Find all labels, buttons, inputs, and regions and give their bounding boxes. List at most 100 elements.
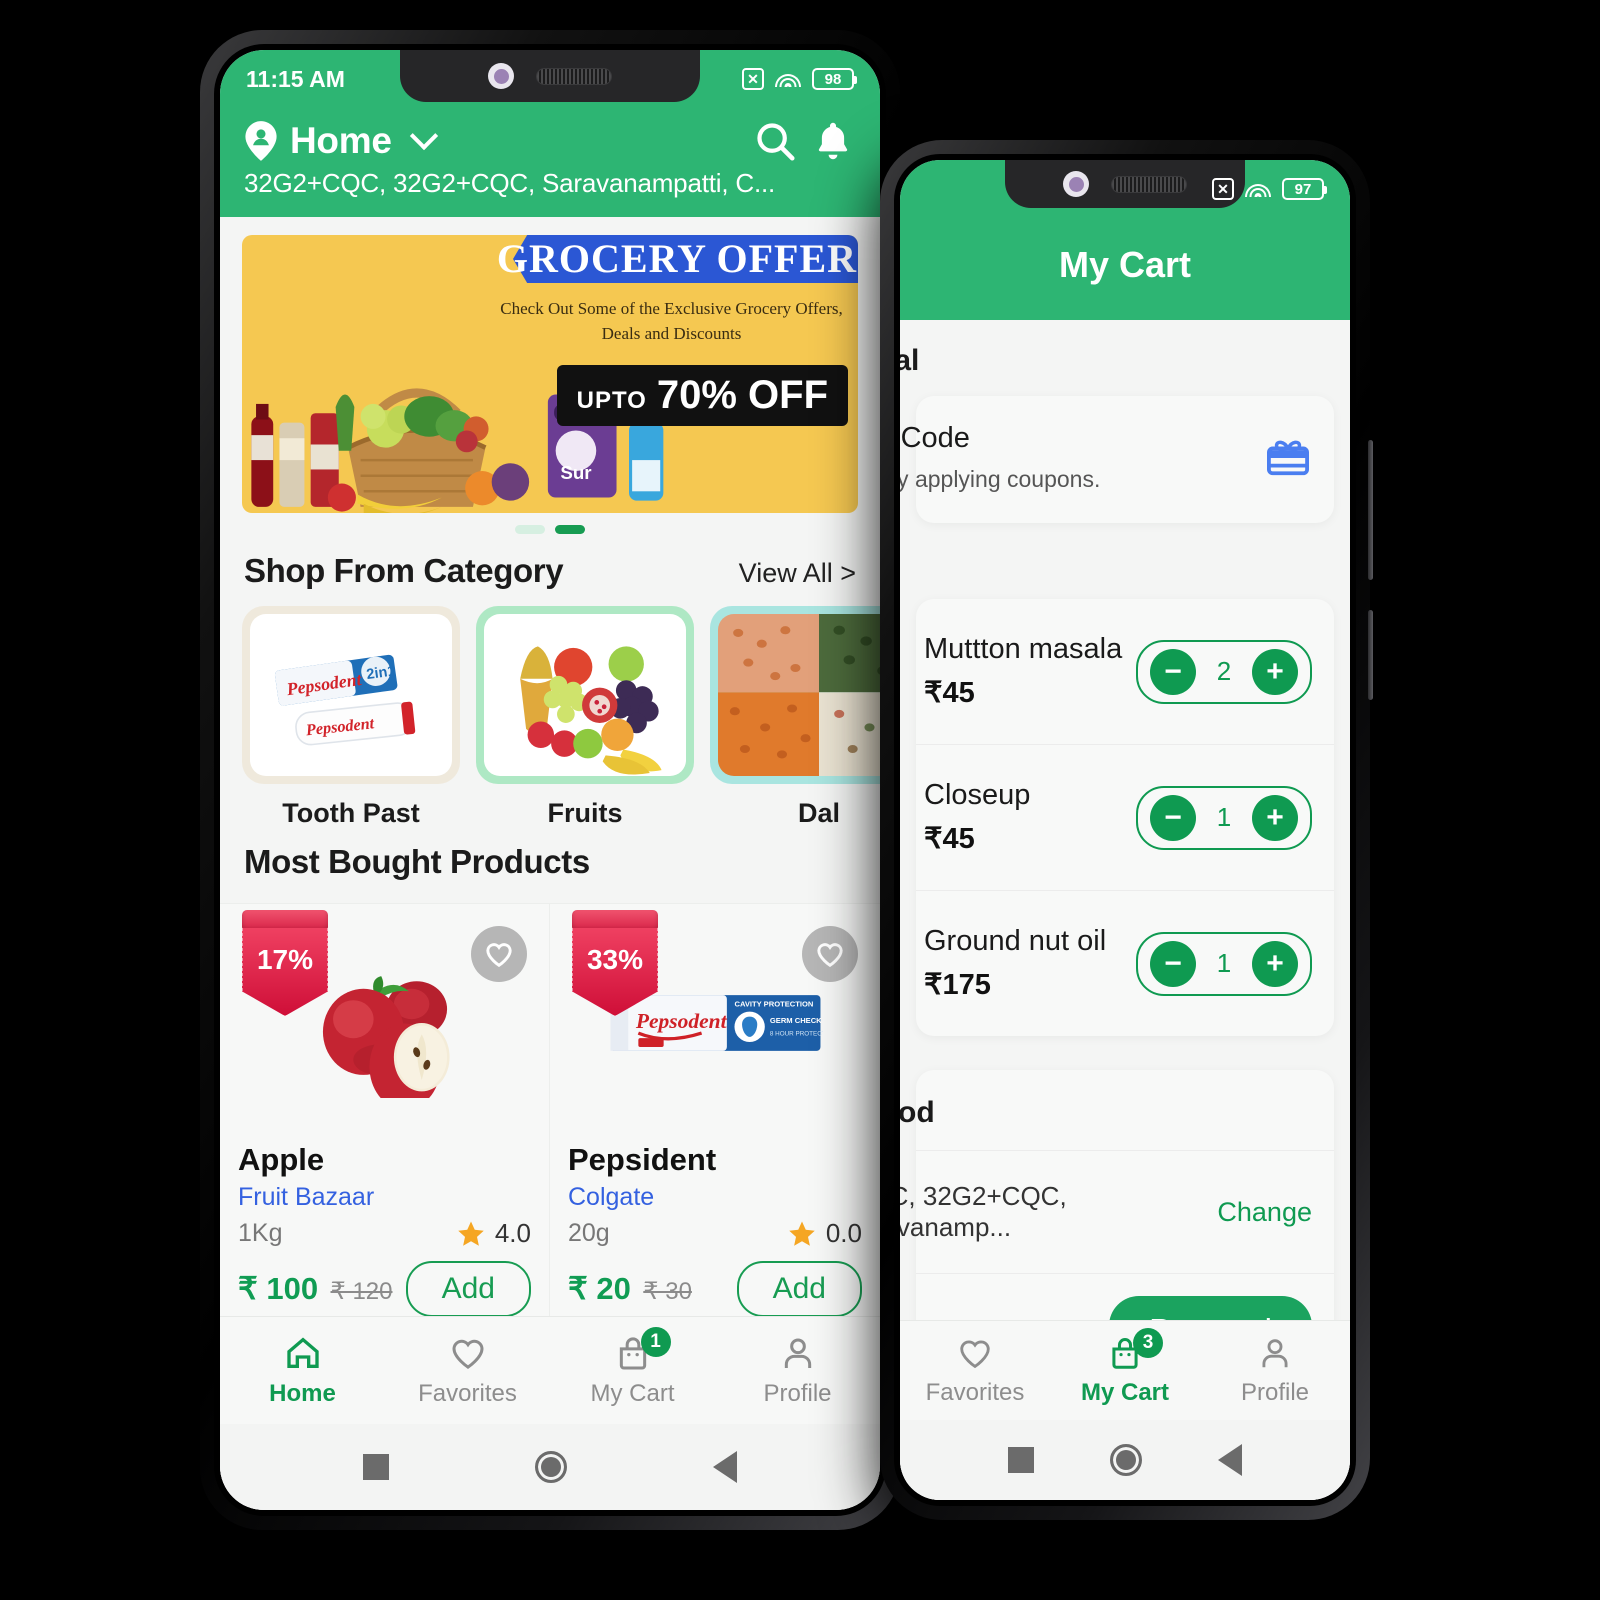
status-bar: ✕ 97 bbox=[900, 160, 1350, 218]
banner-discount-badge: UPTO 70% OFF bbox=[556, 365, 848, 426]
battery-icon: 98 bbox=[812, 68, 857, 90]
category-item-tooth-past[interactable]: Pepsodent 2in1 Pepsodent Tooth Past bbox=[242, 606, 460, 829]
promo-banner[interactable]: Sur GROCERY OFFERS Check Out Some of the… bbox=[242, 235, 858, 513]
banner-page-dots[interactable] bbox=[242, 513, 858, 538]
category-card: Pepsodent 2in1 Pepsodent bbox=[242, 606, 460, 784]
nav-item-home[interactable]: Home bbox=[220, 1333, 385, 1408]
product-name: Pepsident bbox=[568, 1142, 717, 1177]
nav-label: My Cart bbox=[1080, 1379, 1170, 1406]
battery-level: 98 bbox=[824, 70, 842, 88]
volume-button[interactable] bbox=[1368, 440, 1373, 580]
status-bar: 11:15 AM ✕ 98 bbox=[220, 50, 880, 108]
increase-quantity-button[interactable]: + bbox=[1252, 648, 1298, 695]
product-brand[interactable]: Colgate bbox=[568, 1183, 862, 1212]
svg-text:CAVITY PROTECTION: CAVITY PROTECTION bbox=[734, 1000, 813, 1009]
category-image-fruits bbox=[484, 614, 686, 776]
power-button[interactable] bbox=[1368, 610, 1373, 700]
product-brand[interactable]: Fruit Bazaar bbox=[238, 1183, 531, 1212]
decrease-quantity-button[interactable]: − bbox=[1150, 794, 1196, 841]
promo-banner-wrap: Sur GROCERY OFFERS Check Out Some of the… bbox=[220, 217, 880, 538]
decrease-quantity-button[interactable]: − bbox=[1150, 940, 1196, 987]
product-size: 20g bbox=[568, 1219, 610, 1247]
status-time: 11:15 AM bbox=[246, 65, 345, 92]
coupon-subtitle: oney by applying coupons. bbox=[900, 466, 1101, 492]
home-button-icon[interactable] bbox=[1110, 1444, 1142, 1476]
heart-icon bbox=[960, 1340, 990, 1369]
svg-text:Sur: Sur bbox=[560, 462, 591, 483]
camera-notch bbox=[400, 50, 700, 102]
back-button-icon[interactable] bbox=[713, 1451, 737, 1483]
location-pin-icon bbox=[245, 121, 277, 161]
change-address-link[interactable]: Change bbox=[1217, 1197, 1312, 1228]
quantity-stepper[interactable]: − 1 + bbox=[1136, 785, 1312, 850]
coupon-text-group: upon Code oney by applying coupons. bbox=[900, 422, 1100, 493]
back-button-icon[interactable] bbox=[1218, 1444, 1242, 1476]
battery-icon: 97 bbox=[1282, 178, 1327, 200]
home-button-icon[interactable] bbox=[535, 1451, 567, 1483]
price-group: ₹ 100 ₹ 120 bbox=[238, 1271, 393, 1307]
recents-button-icon[interactable] bbox=[363, 1454, 389, 1480]
increase-quantity-button[interactable]: + bbox=[1252, 794, 1298, 841]
category-item-dal[interactable]: Dal bbox=[710, 606, 880, 829]
no-sim-icon: ✕ bbox=[1212, 178, 1234, 200]
banner-dot-2[interactable] bbox=[555, 525, 585, 534]
delivery-address-text: -CQC, 32G2+CQC, Saravanamp... bbox=[900, 1181, 1067, 1242]
cart-item-name: Closeup bbox=[924, 779, 1031, 811]
camera-notch bbox=[1005, 160, 1245, 208]
add-to-cart-button[interactable]: Add bbox=[736, 1261, 862, 1317]
cart-item-row[interactable]: Closeup ₹45 − 1 + bbox=[916, 745, 1334, 891]
front-camera-icon bbox=[488, 63, 514, 89]
quantity-stepper[interactable]: − 2 + bbox=[1136, 639, 1312, 704]
location-row[interactable]: Home bbox=[244, 118, 856, 164]
banner-badge-value: 70% OFF bbox=[656, 373, 828, 417]
cart-badge: 3 bbox=[1133, 1328, 1163, 1358]
favorite-button[interactable] bbox=[802, 926, 858, 982]
person-icon bbox=[1262, 1339, 1288, 1368]
category-image-toothpaste: Pepsodent 2in1 Pepsodent bbox=[250, 614, 452, 776]
coupon-row: upon Code oney by applying coupons. bbox=[900, 396, 1334, 523]
category-card bbox=[710, 606, 880, 784]
discount-ribbon: 17% bbox=[242, 910, 328, 1018]
location-label: Home bbox=[290, 120, 392, 161]
cart-item-row[interactable]: Ground nut oil ₹175 − 1 + bbox=[916, 891, 1334, 1036]
category-list[interactable]: Pepsodent 2in1 Pepsodent Tooth Past Frui… bbox=[220, 596, 880, 829]
cart-item-price: ₹45 bbox=[924, 677, 975, 709]
quantity-stepper[interactable]: − 1 + bbox=[1136, 931, 1312, 996]
nav-item-favorites[interactable]: Favorites bbox=[900, 1334, 1050, 1407]
cart-item-name: Ground nut oil bbox=[924, 925, 1107, 957]
banner-dot-1[interactable] bbox=[515, 525, 545, 534]
bell-icon[interactable] bbox=[810, 118, 856, 164]
decrease-quantity-button[interactable]: − bbox=[1150, 648, 1196, 695]
product-card-apple[interactable]: 17% Apple Fruit Bazaar 1Kg 4.0 ₹ 100 ₹ 1… bbox=[220, 904, 550, 1327]
product-card-pepsident[interactable]: 33% Pepsodent CAVITY PROTECTION GERM CHE… bbox=[550, 904, 880, 1327]
add-to-cart-button[interactable]: Add bbox=[405, 1261, 531, 1317]
cart-item-row[interactable]: Muttton masala ₹45 − 2 + bbox=[916, 599, 1334, 745]
product-old-price: ₹ 120 bbox=[330, 1278, 393, 1305]
cart-content: Referral upon Code oney by applying coup… bbox=[900, 320, 1350, 1392]
phone-screen-cart: ✕ 97 My Cart Referral upon Code bbox=[900, 160, 1350, 1500]
nav-item-my-cart[interactable]: 1 My Cart bbox=[550, 1327, 715, 1408]
increase-quantity-button[interactable]: + bbox=[1252, 940, 1298, 987]
product-meta: 1Kg 4.0 bbox=[238, 1218, 531, 1249]
referral-heading: Referral bbox=[900, 344, 920, 377]
view-all-categories-link[interactable]: View All > bbox=[739, 558, 856, 589]
chevron-down-icon[interactable] bbox=[409, 121, 438, 151]
quantity-value: 1 bbox=[1216, 948, 1232, 978]
banner-subtitle: Check Out Some of the Exclusive Grocery … bbox=[500, 299, 843, 343]
coupon-title: upon Code bbox=[900, 422, 970, 454]
nav-item-profile[interactable]: Profile bbox=[1200, 1334, 1350, 1407]
nav-item-my-cart[interactable]: 3 My Cart bbox=[1050, 1328, 1200, 1407]
nav-label: Home bbox=[269, 1380, 336, 1407]
dal-image bbox=[718, 614, 880, 776]
cart-items-card: Muttton masala ₹45 − 2 + Closeup ₹45 − 1… bbox=[916, 599, 1334, 1036]
coupon-card[interactable]: upon Code oney by applying coupons. bbox=[900, 396, 1334, 523]
bottom-navigation-bar: Home Favorites 1 My Cart Profile bbox=[220, 1316, 880, 1424]
quantity-value: 1 bbox=[1216, 802, 1232, 832]
category-item-fruits[interactable]: Fruits bbox=[476, 606, 694, 829]
nav-item-profile[interactable]: Profile bbox=[715, 1333, 880, 1408]
nav-item-favorites[interactable]: Favorites bbox=[385, 1333, 550, 1408]
recents-button-icon[interactable] bbox=[1008, 1447, 1034, 1473]
search-icon[interactable] bbox=[752, 118, 798, 164]
favorite-button[interactable] bbox=[471, 926, 527, 982]
star-icon bbox=[789, 1221, 815, 1246]
